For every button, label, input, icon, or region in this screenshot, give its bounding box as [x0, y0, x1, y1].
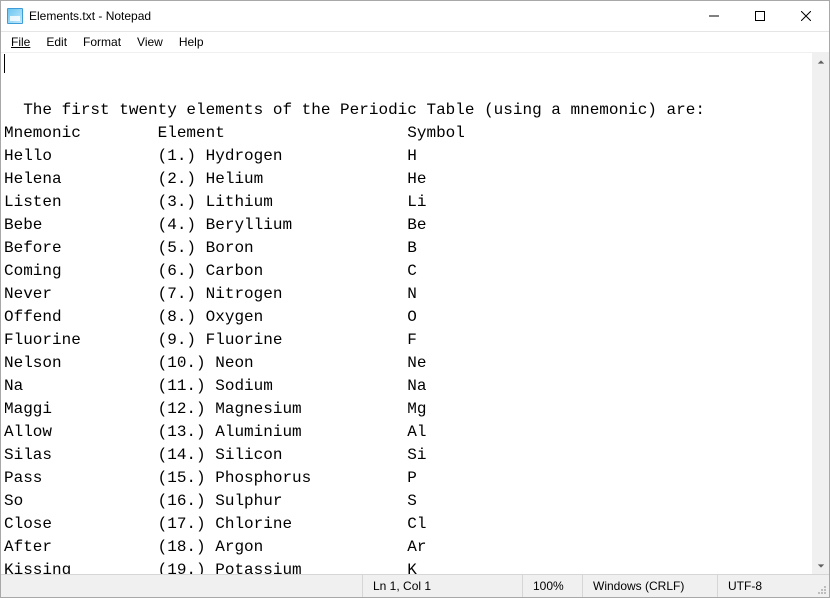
menu-bar: File Edit Format View Help: [1, 32, 829, 52]
text-caret: [4, 54, 5, 73]
menu-edit[interactable]: Edit: [38, 33, 75, 51]
text-editor[interactable]: The first twenty elements of the Periodi…: [1, 53, 812, 574]
resize-grip-icon[interactable]: [812, 575, 829, 597]
status-zoom: 100%: [522, 575, 582, 597]
vertical-scrollbar[interactable]: [812, 53, 829, 574]
menu-view[interactable]: View: [129, 33, 171, 51]
notepad-app-icon: [7, 8, 23, 24]
scrollbar-track[interactable]: [812, 70, 829, 557]
menu-file[interactable]: File: [3, 33, 38, 51]
status-encoding: UTF-8: [717, 575, 812, 597]
scroll-down-arrow-icon[interactable]: [812, 557, 829, 574]
status-spacer: [1, 575, 362, 597]
maximize-button[interactable]: [737, 1, 783, 32]
status-line-ending: Windows (CRLF): [582, 575, 717, 597]
title-bar: Elements.txt - Notepad: [1, 1, 829, 32]
menu-help[interactable]: Help: [171, 33, 212, 51]
window-title: Elements.txt - Notepad: [29, 9, 151, 23]
minimize-button[interactable]: [691, 1, 737, 32]
status-caret-position: Ln 1, Col 1: [362, 575, 522, 597]
scroll-up-arrow-icon[interactable]: [812, 53, 829, 70]
client-area: The first twenty elements of the Periodi…: [1, 52, 829, 574]
status-bar: Ln 1, Col 1 100% Windows (CRLF) UTF-8: [1, 574, 829, 597]
menu-format[interactable]: Format: [75, 33, 129, 51]
close-button[interactable]: [783, 1, 829, 32]
